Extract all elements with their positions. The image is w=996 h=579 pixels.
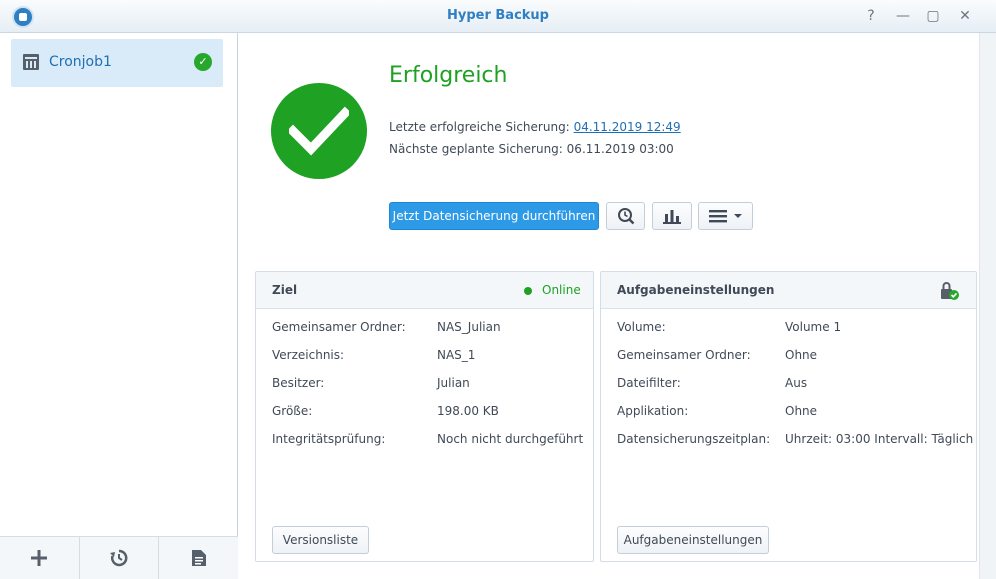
task-settings-panel: Aufgabeneinstellungen Volume: Volume 1 G… [600, 271, 977, 562]
title-bar: Hyper Backup ? — ▢ ✕ [0, 0, 996, 33]
last-backup-line: Letzte erfolgreiche Sicherung: 04.11.201… [389, 120, 681, 134]
close-icon[interactable]: ✕ [956, 7, 974, 25]
task-settings-panel-title: Aufgabeneinstellungen [617, 283, 775, 297]
target-row-value: 198.00 KB [437, 404, 499, 418]
nas-task-icon [23, 54, 39, 70]
more-actions-menu-button[interactable] [698, 202, 753, 230]
status-title: Erfolgreich [389, 63, 508, 88]
task-row-value: Aus [785, 376, 808, 390]
target-row-value: Noch nicht durchgeführt [437, 432, 584, 446]
last-backup-label: Letzte erfolgreiche Sicherung: [389, 120, 570, 134]
last-backup-link[interactable]: 04.11.2019 12:49 [574, 120, 681, 134]
task-row-label: Applikation: [617, 404, 689, 418]
target-panel-title: Ziel [272, 283, 298, 297]
sidebar: Cronjob1 ✓ [0, 33, 238, 579]
document-icon [191, 550, 206, 566]
success-status-icon [271, 83, 367, 179]
task-settings-button[interactable]: Aufgabeneinstellungen [617, 526, 769, 554]
version-search-button[interactable] [606, 202, 645, 230]
statistics-button[interactable] [652, 202, 692, 230]
target-row-label: Gemeinsamer Ordner: [272, 320, 406, 334]
next-backup-value: 06.11.2019 03:00 [566, 142, 674, 156]
restore-button[interactable] [80, 537, 160, 579]
online-status-dot [524, 287, 532, 295]
target-row-value: Julian [437, 376, 470, 390]
target-panel: Ziel Online Gemeinsamer Ordner: NAS_Juli… [255, 271, 594, 562]
task-row-value: Ohne [785, 348, 818, 362]
task-row-label: Volume: [617, 320, 666, 334]
next-backup-line: Nächste geplante Sicherung: 06.11.2019 0… [389, 142, 674, 156]
task-row-label: Dateifilter: [617, 376, 681, 390]
lock-check-icon [941, 282, 959, 300]
history-icon [110, 549, 128, 567]
online-status-label: Online [542, 283, 581, 297]
next-backup-label: Nächste geplante Sicherung: [389, 142, 563, 156]
window-title: Hyper Backup [446, 8, 549, 23]
target-row-label: Besitzer: [272, 376, 325, 390]
main-content: Erfolgreich Letzte erfolgreiche Sicherun… [239, 33, 996, 579]
task-row-value: Uhrzeit: 03:00 Intervall: Täglich [785, 432, 974, 446]
task-row-value: Volume 1 [785, 320, 842, 334]
task-settings-panel-header: Aufgabeneinstellungen [601, 272, 976, 309]
version-list-button[interactable]: Versionsliste [272, 526, 369, 554]
plus-icon [31, 550, 48, 566]
success-check-icon: ✓ [194, 53, 212, 71]
task-row-label: Gemeinsamer Ordner: [617, 348, 751, 362]
minimize-icon[interactable]: — [894, 7, 912, 25]
target-row-label: Größe: [272, 404, 313, 418]
task-row-label: Datensicherungszeitplan: [617, 432, 771, 446]
maximize-icon[interactable]: ▢ [924, 7, 942, 25]
bar-chart-icon [663, 210, 681, 224]
add-task-button[interactable] [0, 537, 80, 579]
job-label: Cronjob1 [49, 54, 112, 70]
scrollbar[interactable] [979, 33, 996, 579]
target-row-label: Verzeichnis: [272, 348, 345, 362]
target-row-value: NAS_Julian [437, 320, 501, 334]
sidebar-item-cronjob1[interactable]: Cronjob1 ✓ [11, 39, 223, 87]
backup-now-button[interactable]: Jetzt Datensicherung durchführen [389, 202, 599, 230]
question-icon[interactable]: ? [862, 7, 880, 25]
target-row-label: Integritätsprüfung: [272, 432, 386, 446]
target-row-value: NAS_1 [437, 348, 476, 362]
menu-icon [708, 210, 727, 223]
target-panel-header: Ziel Online [256, 272, 593, 309]
clock-search-icon [617, 208, 634, 225]
task-row-value: Ohne [785, 404, 818, 418]
chevron-down-icon [733, 214, 742, 218]
sidebar-footer [0, 536, 238, 579]
log-button[interactable] [159, 537, 238, 579]
